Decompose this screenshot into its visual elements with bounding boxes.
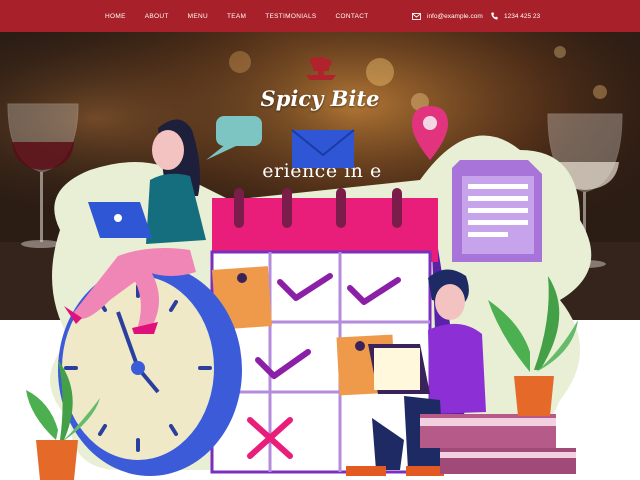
contact-phone[interactable]: 1234 425 23: [491, 0, 540, 32]
location-pin-icon: [412, 106, 448, 160]
contact-email[interactable]: info@example.com: [412, 0, 483, 32]
nav-team-link[interactable]: TEAM: [227, 13, 246, 20]
document-icon: [452, 160, 542, 262]
contact-phone-text: 1234 425 23: [504, 12, 541, 20]
contact-email-text: info@example.com: [427, 12, 483, 20]
main-nav: HOME ABOUT MENU TEAM TESTIMONIALS CONTAC…: [105, 0, 388, 32]
nav-testimonials-link[interactable]: TESTIMONIALS: [265, 13, 316, 20]
chef-hat-logo-icon[interactable]: [304, 56, 338, 87]
speech-bubble-icon: [206, 116, 262, 160]
book-stack: [420, 414, 576, 474]
top-bar: HOME ABOUT MENU TEAM TESTIMONIALS CONTAC…: [0, 0, 640, 32]
nav-home-link[interactable]: HOME: [105, 13, 126, 20]
nav-menu-link[interactable]: MENU: [188, 13, 208, 20]
phone-icon: [491, 12, 498, 20]
brand-name[interactable]: Spicy Bite: [250, 86, 390, 111]
envelope-icon: [291, 129, 355, 168]
nav-about-link[interactable]: ABOUT: [145, 13, 169, 20]
envelope-icon: [412, 12, 421, 20]
nav-contact-link[interactable]: CONTACT: [336, 13, 369, 20]
